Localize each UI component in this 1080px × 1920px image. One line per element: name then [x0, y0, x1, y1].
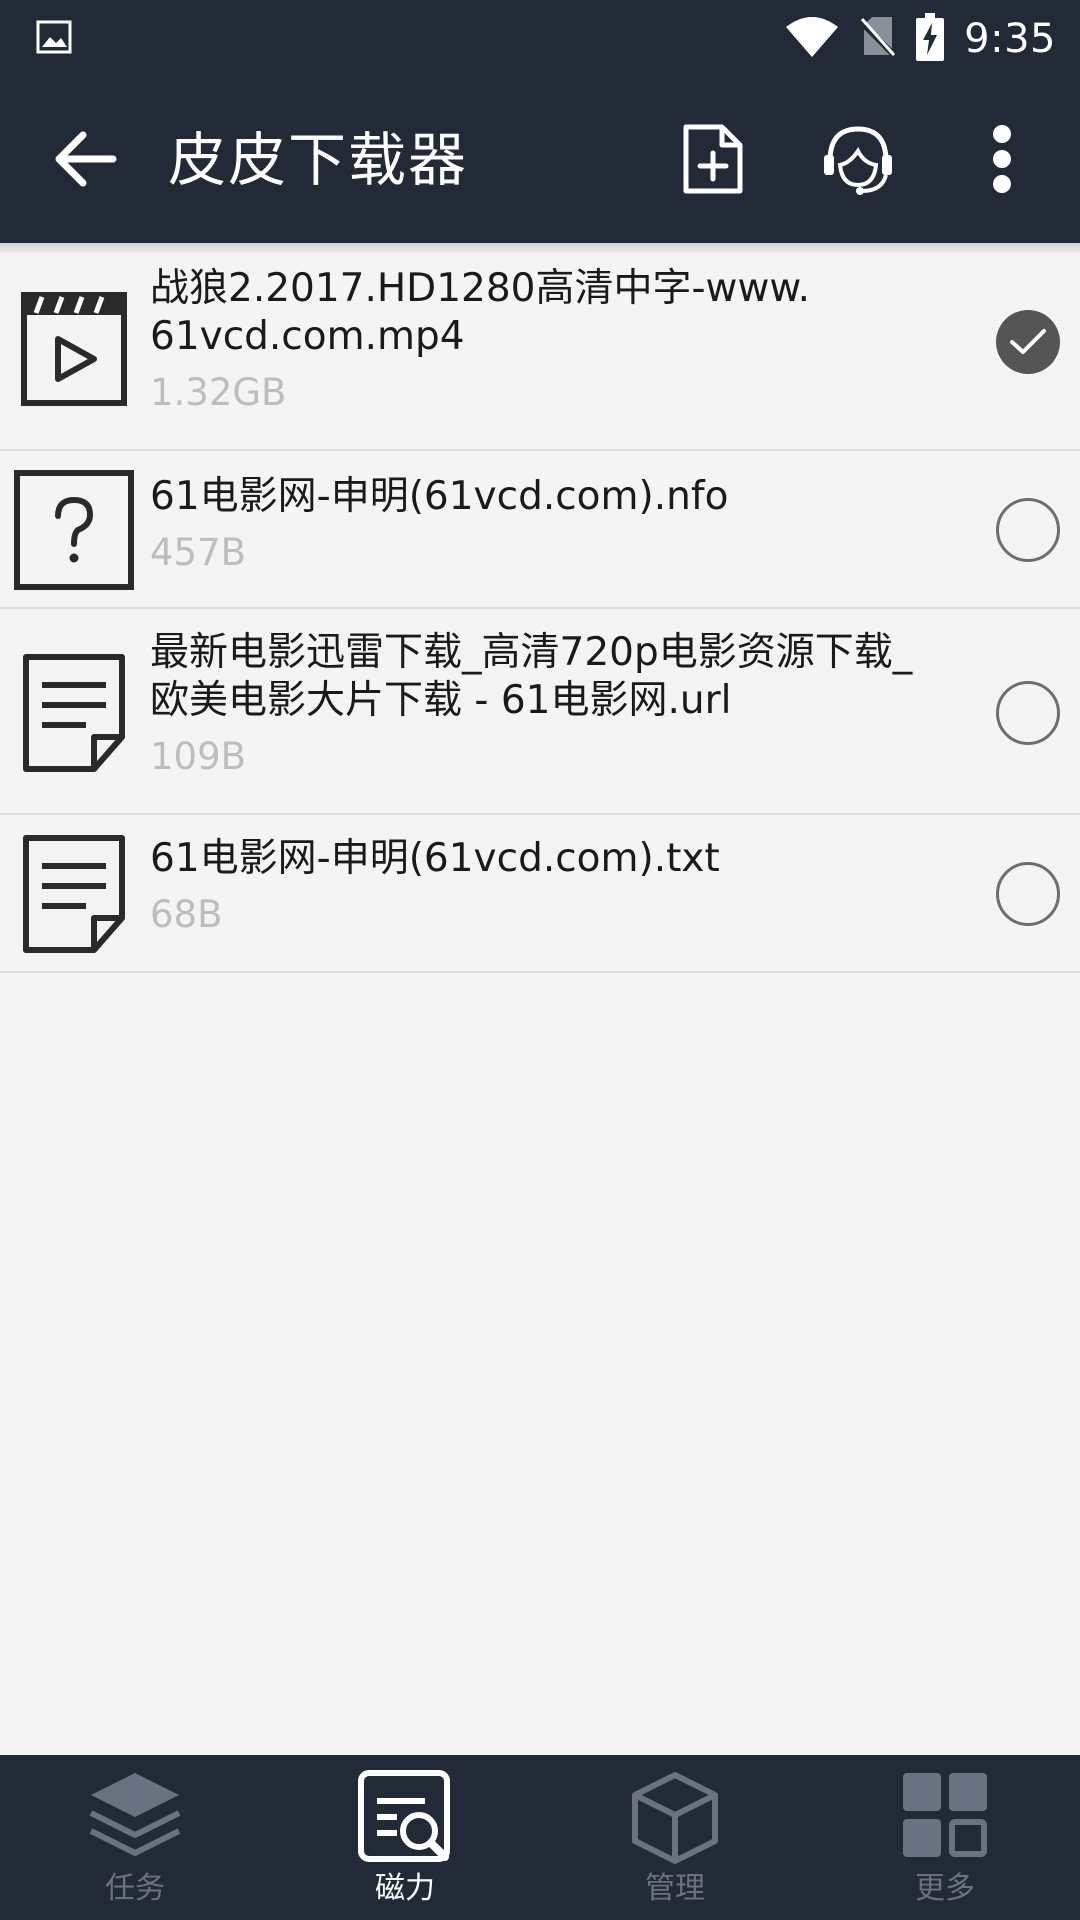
more-options-button[interactable]	[957, 114, 1047, 204]
wifi-icon	[784, 15, 840, 63]
file-select-checkbox[interactable]	[996, 498, 1060, 562]
no-sim-icon	[858, 15, 899, 63]
new-file-icon	[683, 124, 743, 194]
bottom-nav: 任务 磁力 管理 更多	[0, 1755, 1080, 1920]
tab-more[interactable]: 更多	[810, 1755, 1080, 1920]
page-title: 皮皮下载器	[168, 126, 469, 194]
app-bar: 皮皮下载器	[0, 78, 1080, 243]
file-size: 109B	[150, 735, 247, 778]
more-vert-icon	[993, 125, 1011, 193]
image-notification-icon	[36, 20, 72, 58]
tab-label: 管理	[645, 1871, 705, 1906]
grid-icon	[810, 1769, 1080, 1869]
file-list: 战狼2.2017.HD1280高清中字-www. 61vcd.com.mp4 1…	[0, 245, 1080, 973]
document-file-icon	[14, 832, 134, 956]
file-size: 457B	[150, 531, 247, 574]
file-name: 61电影网-申明(61vcd.com).txt	[150, 836, 720, 881]
check-icon	[1010, 329, 1046, 354]
back-arrow-icon	[55, 131, 117, 187]
document-file-icon	[14, 651, 134, 775]
file-name: 61电影网-申明(61vcd.com).nfo	[150, 474, 729, 519]
file-size: 1.32GB	[150, 371, 287, 414]
battery-charging-icon	[916, 13, 945, 65]
tab-magnet[interactable]: 磁力	[270, 1755, 540, 1920]
file-row[interactable]: 61电影网-申明(61vcd.com).txt 68B	[0, 815, 1080, 973]
customer-service-icon	[824, 126, 892, 195]
customer-service-button[interactable]	[813, 114, 903, 204]
new-file-button[interactable]	[668, 114, 758, 204]
tab-tasks[interactable]: 任务	[0, 1755, 270, 1920]
status-time: 9:35	[964, 16, 1056, 62]
layers-icon	[0, 1769, 270, 1869]
magnet-search-icon	[270, 1769, 540, 1869]
file-row[interactable]: 战狼2.2017.HD1280高清中字-www. 61vcd.com.mp4 1…	[0, 245, 1080, 451]
video-file-icon	[14, 285, 134, 409]
file-select-checkbox[interactable]	[996, 681, 1060, 745]
file-name: 战狼2.2017.HD1280高清中字-www. 61vcd.com.mp4	[150, 266, 811, 359]
file-size: 68B	[150, 893, 223, 936]
file-row[interactable]: 最新电影迅雷下载_高清720p电影资源下载_ 欧美电影大片下载 - 61电影网.…	[0, 609, 1080, 815]
top-bar: 9:35 皮皮下载器	[0, 0, 1080, 243]
box-icon	[540, 1769, 810, 1869]
status-bar: 9:35	[0, 0, 1080, 78]
tab-label: 更多	[915, 1871, 975, 1906]
tab-label: 任务	[105, 1871, 165, 1906]
tab-label: 磁力	[375, 1871, 435, 1906]
file-select-checkbox[interactable]	[996, 310, 1060, 374]
back-button[interactable]	[44, 118, 126, 200]
file-row[interactable]: 61电影网-申明(61vcd.com).nfo 457B	[0, 451, 1080, 609]
file-name: 最新电影迅雷下载_高清720p电影资源下载_ 欧美电影大片下载 - 61电影网.…	[150, 630, 913, 723]
file-select-checkbox[interactable]	[996, 862, 1060, 926]
tab-manage[interactable]: 管理	[540, 1755, 810, 1920]
unknown-file-icon	[14, 468, 134, 592]
